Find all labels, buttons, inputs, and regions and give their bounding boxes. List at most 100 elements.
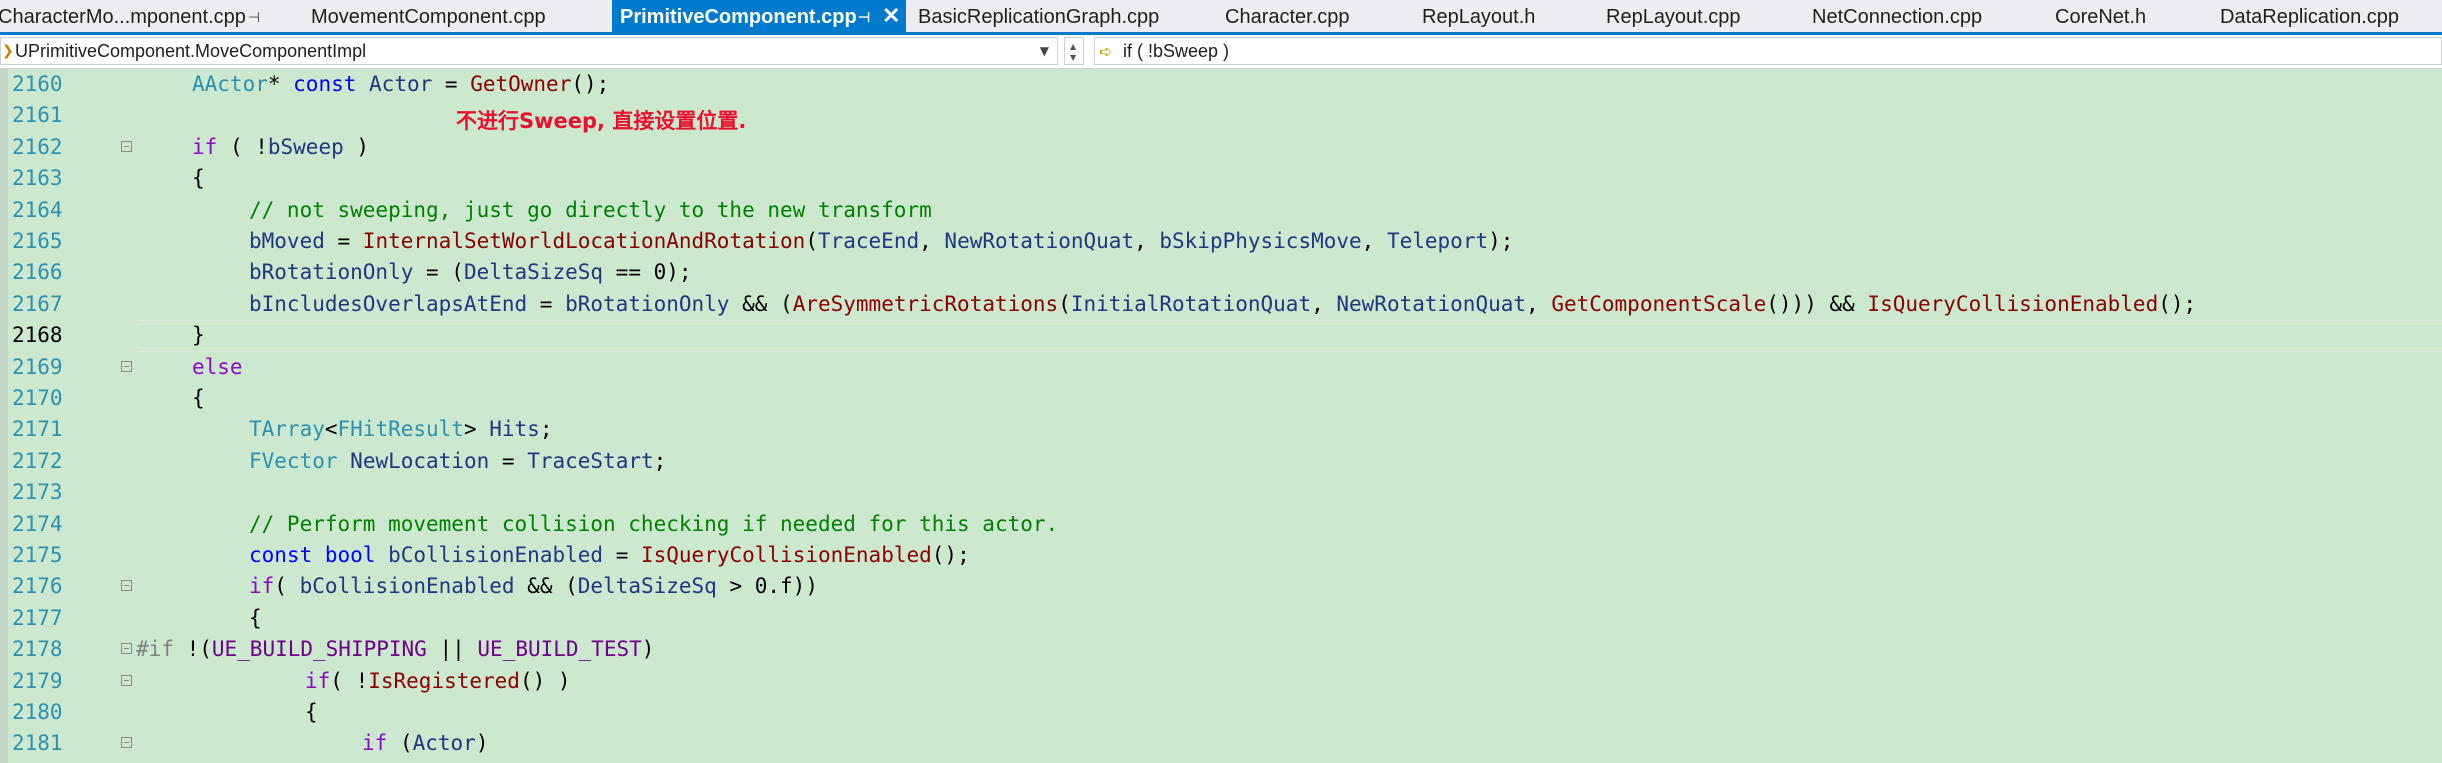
line-number: 2173 [12,480,63,505]
line-number: 2172 [12,448,63,473]
code-line[interactable]: 2176 if( bCollisionEnabled && (DeltaSize… [0,571,2442,602]
tab-label: PrimitiveComponent.cpp [620,6,857,28]
close-tab-icon[interactable]: ✕ [882,0,900,32]
line-number: 2180 [12,700,63,724]
collapse-icon[interactable] [121,643,132,655]
line-text: { [192,386,205,410]
line-number: 2171 [12,417,63,442]
code-line[interactable]: 2166 bRotationOnly = (DeltaSizeSq == 0); [0,257,2442,288]
line-number: 2176 [12,574,63,599]
red-annotation-note: 不进行Sweep, 直接设置位置. [456,109,747,133]
line-text: TArray<FHitResult> Hits; [249,417,553,442]
document-tab-strip: CharacterMo...mponent.cpp ⊣ MovementComp… [0,0,2442,35]
scope-spinner[interactable]: ▲ ▼ [1064,37,1084,65]
code-line[interactable]: 2175 const bool bCollisionEnabled = IsQu… [0,540,2442,571]
tab-label: RepLayout.h [1422,6,1536,28]
tab-datareplication[interactable]: DataReplication.cpp [2220,0,2399,32]
tab-label: DataReplication.cpp [2220,6,2399,28]
tab-character[interactable]: Character.cpp [1225,0,1350,32]
tab-label: CoreNet.h [2055,6,2147,28]
tab-charactermovementcomponent[interactable]: CharacterMo...mponent.cpp ⊣ [0,0,260,32]
tab-label: BasicReplicationGraph.cpp [918,6,1160,28]
code-line[interactable]: 2169 else [0,352,2442,383]
line-text: if( !IsRegistered() ) [305,668,571,693]
line-number: 2170 [12,386,63,410]
line-text: { [305,700,318,724]
line-number: 2175 [12,543,63,567]
line-number: 2167 [12,291,63,316]
line-number: 2160 [12,72,63,96]
tab-label: NetConnection.cpp [1812,6,1983,28]
code-line[interactable]: 2170 { [0,383,2442,414]
code-line[interactable]: 2174 // Perform movement collision check… [0,509,2442,540]
line-text: #if !(UE_BUILD_SHIPPING || UE_BUILD_TEST… [136,637,655,662]
tab-movementcomponent[interactable]: MovementComponent.cpp [311,0,546,32]
code-line[interactable]: 2178 #if !(UE_BUILD_SHIPPING || UE_BUILD… [0,634,2442,665]
tab-label: Character.cpp [1225,6,1350,28]
code-line[interactable]: 2167 bIncludesOverlapsAtEnd = bRotationO… [0,289,2442,320]
tab-basicreplicationgraph[interactable]: BasicReplicationGraph.cpp [918,0,1159,32]
code-line[interactable]: 2163 { [0,163,2442,194]
collapse-icon[interactable] [121,140,132,152]
pin-icon[interactable]: ⊣ [858,0,870,32]
code-line-current[interactable]: 2168 } [0,320,2442,352]
code-line[interactable]: 2173 [0,477,2442,508]
line-text: // Perform movement collision checking i… [249,511,1059,536]
code-line[interactable]: 2165 bMoved = InternalSetWorldLocationAn… [0,226,2442,257]
line-text: { [249,605,262,630]
line-text: else [192,354,243,379]
spin-down-icon[interactable]: ▼ [1070,53,1076,62]
line-text: bMoved = InternalSetWorldLocationAndRota… [249,229,1514,253]
pin-icon[interactable]: ⊣ [248,0,260,32]
line-text: if ( !bSweep ) [192,134,370,159]
tab-corenet[interactable]: CoreNet.h [2055,0,2146,32]
code-line[interactable]: 2161 [0,100,2442,131]
line-text: // not sweeping, just go directly to the… [249,197,932,222]
chevron-down-icon[interactable]: ▼ [1040,38,1049,65]
tab-label: RepLayout.cpp [1606,6,1741,28]
code-line[interactable]: 2164 // not sweeping, just go directly t… [0,195,2442,226]
line-number: 2178 [12,637,63,662]
code-line[interactable]: 2162 if ( !bSweep ) [0,132,2442,163]
tab-label: CharacterMo...mponent.cpp [0,6,246,28]
tab-primitivecomponent-active[interactable]: PrimitiveComponent.cpp ⊣ ✕ [612,0,906,32]
line-text: FVector NewLocation = TraceStart; [249,448,667,473]
member-value: if ( !bSweep ) [1123,41,1230,61]
code-line[interactable]: 2181 if (Actor) [0,728,2442,759]
line-text: AActor* const Actor = GetOwner(); [192,72,610,96]
line-text: bIncludesOverlapsAtEnd = bRotationOnly &… [249,291,2197,316]
scope-dropdown[interactable]: ❯ UPrimitiveComponent.MoveComponentImpl … [0,37,1058,65]
tab-replayout-cpp[interactable]: RepLayout.cpp [1606,0,1741,32]
collapse-icon[interactable] [121,737,132,749]
code-editor[interactable]: 2160 AActor* const Actor = GetOwner(); 2… [0,69,2442,763]
code-line[interactable]: 2180 { [0,697,2442,728]
code-line[interactable]: 2171 TArray<FHitResult> Hits; [0,414,2442,445]
line-text: if( bCollisionEnabled && (DeltaSizeSq > … [249,574,818,599]
tab-replayout-h[interactable]: RepLayout.h [1422,0,1535,32]
collapse-icon[interactable] [121,360,132,372]
member-arrow-icon: ➪ [1099,42,1113,61]
scope-value: UPrimitiveComponent.MoveComponentImpl [15,41,367,61]
line-number: 2162 [12,134,63,159]
line-text: { [192,166,205,191]
line-number: 2169 [12,354,63,379]
code-line[interactable]: 2179 if( !IsRegistered() ) [0,666,2442,697]
line-number: 2177 [12,605,63,630]
line-number: 2165 [12,229,63,253]
line-number: 2163 [12,166,63,191]
line-text: bRotationOnly = (DeltaSizeSq == 0); [249,260,692,285]
member-dropdown[interactable]: ➪ if ( !bSweep ) [1094,37,2442,65]
collapse-icon[interactable] [121,674,132,686]
line-number: 2164 [12,197,63,222]
code-line[interactable]: 2160 AActor* const Actor = GetOwner(); [0,69,2442,100]
code-line[interactable]: 2177 { [0,603,2442,634]
line-number: 2179 [12,668,63,693]
line-number: 2161 [12,103,63,128]
line-number: 2168 [12,323,63,348]
line-number: 2181 [12,731,63,756]
code-line[interactable]: 2172 FVector NewLocation = TraceStart; [0,446,2442,477]
collapse-icon[interactable] [121,580,132,592]
tab-label: MovementComponent.cpp [311,6,546,28]
tab-netconnection[interactable]: NetConnection.cpp [1812,0,1982,32]
spin-up-icon[interactable]: ▲ [1070,42,1076,51]
